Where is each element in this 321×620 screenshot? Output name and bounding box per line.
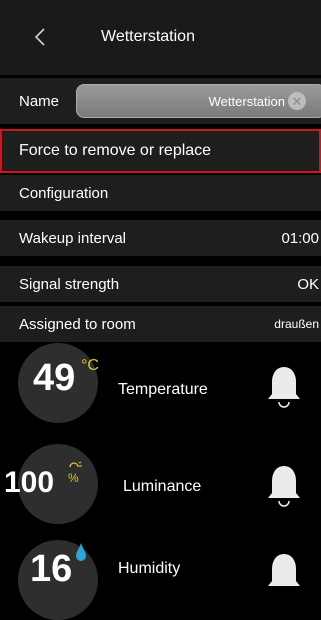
name-row: Name ✕ bbox=[0, 78, 321, 124]
bell-icon[interactable] bbox=[266, 464, 302, 510]
assigned-room-row[interactable]: Assigned to room draußen bbox=[0, 306, 321, 342]
luminance-label: Luminance bbox=[123, 478, 202, 495]
configuration-item[interactable]: Configuration bbox=[0, 175, 321, 211]
humidity-label: Humidity bbox=[118, 560, 181, 577]
chevron-left-icon bbox=[34, 28, 45, 46]
app-header: Wetterstation bbox=[0, 0, 321, 75]
humidity-value: 16 bbox=[30, 548, 73, 590]
page-title: Wetterstation bbox=[101, 28, 195, 45]
sensor-value-circle: 49 °C bbox=[18, 343, 99, 423]
sensor-value-circle: 16 bbox=[18, 540, 98, 620]
sensor-value-circle: 100 % bbox=[4, 444, 98, 524]
luminance-unit-icon bbox=[69, 461, 82, 468]
back-button[interactable] bbox=[30, 22, 50, 52]
bell-icon[interactable] bbox=[266, 365, 302, 411]
wakeup-interval-row[interactable]: Wakeup interval 01:00 bbox=[0, 220, 321, 256]
temperature-value: 49 bbox=[33, 357, 76, 399]
bell-icon[interactable] bbox=[266, 552, 302, 598]
sensor-luminance[interactable]: 100 % Luminance bbox=[0, 444, 321, 524]
force-remove-replace-item[interactable]: Force to remove or replace bbox=[0, 129, 321, 173]
sensor-temperature[interactable]: 49 °C Temperature bbox=[0, 343, 321, 423]
force-remove-label: Force to remove or replace bbox=[19, 142, 212, 159]
luminance-value: 100 bbox=[4, 466, 55, 499]
sensor-humidity[interactable]: 16 Humidity bbox=[0, 540, 321, 620]
signal-strength-value: OK bbox=[297, 275, 319, 293]
clear-icon[interactable]: ✕ bbox=[288, 92, 306, 110]
name-field[interactable]: ✕ bbox=[76, 84, 321, 118]
name-label: Name bbox=[19, 92, 60, 110]
configuration-label: Configuration bbox=[19, 184, 109, 202]
assigned-room-label: Assigned to room bbox=[19, 315, 136, 333]
temperature-label: Temperature bbox=[118, 381, 208, 398]
water-drop-icon bbox=[76, 543, 86, 561]
signal-strength-label: Signal strength bbox=[19, 275, 120, 293]
wakeup-interval-value: 01:00 bbox=[281, 229, 319, 247]
name-input[interactable] bbox=[77, 85, 285, 117]
temperature-unit: °C bbox=[81, 357, 99, 374]
wakeup-interval-label: Wakeup interval bbox=[19, 229, 126, 247]
assigned-room-value: draußen bbox=[274, 317, 319, 331]
luminance-unit: % bbox=[68, 471, 79, 485]
signal-strength-row: Signal strength OK bbox=[0, 266, 321, 302]
